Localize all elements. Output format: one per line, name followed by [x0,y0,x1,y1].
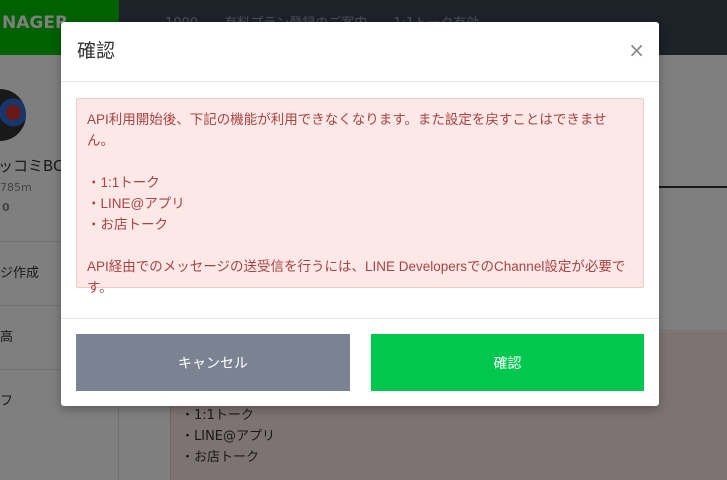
confirm-dialog: 確認 × API利用開始後、下記の機能が利用できなくなります。また設定を戻すこと… [61,22,659,406]
confirm-button[interactable]: 確認 [371,334,644,391]
close-icon[interactable]: × [628,38,645,62]
cancel-button[interactable]: キャンセル [76,334,350,391]
dialog-title: 確認 [77,40,116,62]
warning-note: API経由でのメッセージの送受信を行うには、LINE DevelopersでのC… [87,259,626,295]
feature-item: ・お店トーク [87,217,168,232]
feature-item: ・LINE@アプリ [87,196,185,211]
dialog-footer: キャンセル 確認 [61,318,659,406]
feature-item: ・1:1トーク [87,175,160,190]
dialog-header: 確認 × [61,22,659,82]
warning-intro: API利用開始後、下記の機能が利用できなくなります。また設定を戻すことはできませ… [87,112,607,148]
warning-alert: API利用開始後、下記の機能が利用できなくなります。また設定を戻すことはできませ… [76,98,644,295]
